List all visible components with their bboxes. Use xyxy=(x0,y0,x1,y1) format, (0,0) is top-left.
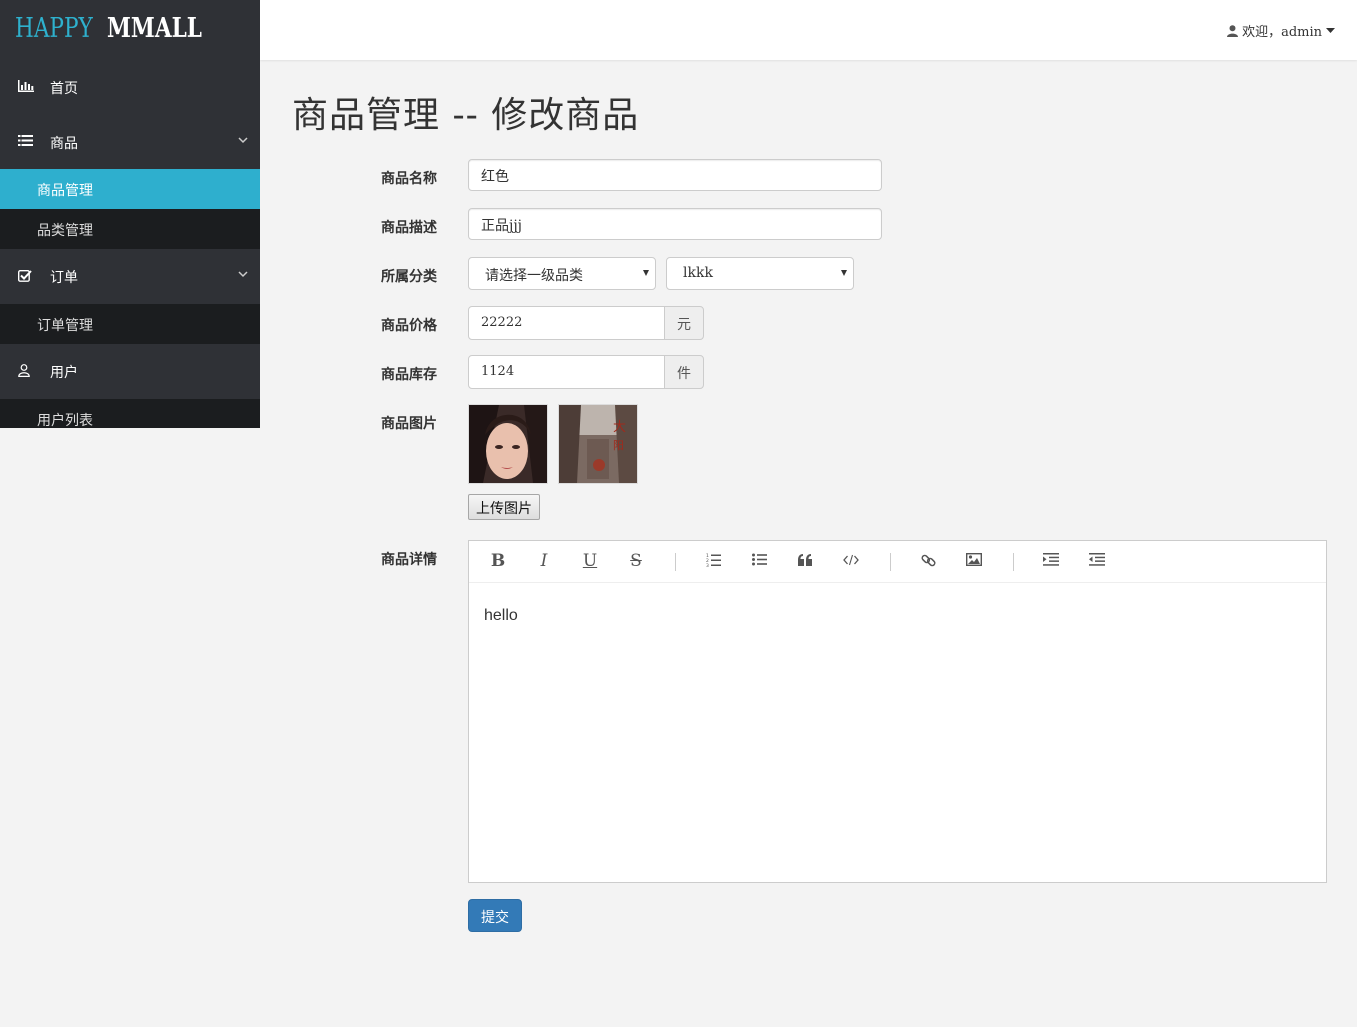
price-input[interactable]: 22222 xyxy=(468,306,665,340)
category-first-select[interactable]: 请选择一级品类 xyxy=(468,257,656,290)
brand-logo[interactable]: HAPPY MMALL xyxy=(0,0,260,60)
user-outline-icon xyxy=(18,364,30,377)
category-label: 所属分类 xyxy=(381,269,437,285)
sidebar-user-label: 用户 xyxy=(50,365,78,381)
stock-label: 商品库存 xyxy=(381,367,437,383)
price-group: 22222 元 xyxy=(468,306,704,340)
caret-down-icon xyxy=(643,270,649,276)
svg-text:大: 大 xyxy=(613,420,626,435)
submit-button[interactable]: 提交 xyxy=(468,899,522,932)
page-title: 商品管理 -- 修改商品 xyxy=(292,95,640,136)
toolbar-divider xyxy=(675,553,676,571)
brand-mmall: MMALL xyxy=(107,13,202,44)
ordered-list-icon[interactable]: 1 2 3 xyxy=(700,549,726,573)
blockquote-icon[interactable] xyxy=(792,549,818,573)
sidebar-order-manage-label: 订单管理 xyxy=(37,318,93,334)
product-image-2[interactable]: 大 阳 xyxy=(558,404,638,484)
category-second-value: lkkk xyxy=(683,265,713,281)
toolbar-divider xyxy=(1013,553,1014,571)
rich-text-editor: B I U S 1 2 3 hello xyxy=(468,540,1327,883)
sidebar-item-home[interactable]: 首页 xyxy=(0,60,260,116)
underline-icon[interactable]: U xyxy=(577,549,603,573)
sidebar-item-user[interactable]: 用户 xyxy=(0,344,260,400)
image-label: 商品图片 xyxy=(381,416,437,432)
editor-content[interactable]: hello xyxy=(484,607,518,625)
caret-down-icon xyxy=(841,270,847,276)
price-label: 商品价格 xyxy=(381,318,437,334)
stock-unit: 件 xyxy=(664,355,704,389)
category-second-select[interactable]: lkkk xyxy=(666,257,854,290)
welcome-text: 欢迎，admin xyxy=(1242,25,1322,40)
street-image: 大 阳 xyxy=(559,405,637,483)
stock-input[interactable]: 1124 xyxy=(468,355,665,389)
upload-image-button[interactable]: 上传图片 xyxy=(468,494,540,520)
sidebar-item-product-manage[interactable]: 商品管理 xyxy=(0,169,260,209)
top-bar: 欢迎，admin xyxy=(260,0,1357,60)
product-image-1[interactable] xyxy=(468,404,548,484)
italic-icon[interactable]: I xyxy=(531,549,557,573)
sidebar-item-user-list[interactable]: 用户列表 xyxy=(0,399,260,428)
sidebar-user-list-label: 用户列表 xyxy=(37,413,93,428)
check-square-icon xyxy=(18,270,32,282)
chevron-down-icon xyxy=(238,271,248,278)
chevron-down-icon xyxy=(238,137,248,144)
link-icon[interactable] xyxy=(915,549,941,573)
user-menu[interactable]: 欢迎，admin xyxy=(1227,21,1335,40)
list-icon xyxy=(18,135,33,146)
portrait-image xyxy=(469,405,547,483)
category-first-value: 请选择一级品类 xyxy=(485,268,583,284)
sidebar-product-label: 商品 xyxy=(50,136,78,152)
bar-chart-icon xyxy=(18,80,34,92)
sidebar-product-manage-label: 商品管理 xyxy=(37,183,93,199)
strikethrough-icon[interactable]: S xyxy=(623,549,649,573)
stock-group: 1124 件 xyxy=(468,355,704,389)
sidebar-home-label: 首页 xyxy=(50,81,78,97)
toolbar-divider xyxy=(890,553,891,571)
editor-toolbar: B I U S 1 2 3 xyxy=(469,541,1326,583)
desc-input[interactable]: 正品jjj xyxy=(468,208,882,240)
sidebar-item-product[interactable]: 商品 xyxy=(0,115,260,171)
name-label: 商品名称 xyxy=(381,171,437,187)
desc-label: 商品描述 xyxy=(381,220,437,236)
detail-label: 商品详情 xyxy=(381,552,437,568)
image-icon[interactable] xyxy=(961,549,987,573)
caret-down-icon xyxy=(1326,27,1335,33)
outdent-icon[interactable] xyxy=(1084,549,1110,573)
price-unit: 元 xyxy=(664,306,704,340)
sidebar-item-order-manage[interactable]: 订单管理 xyxy=(0,304,260,344)
name-input[interactable]: 红色 xyxy=(468,159,882,191)
user-icon xyxy=(1227,24,1239,37)
bold-icon[interactable]: B xyxy=(485,549,511,573)
sidebar-category-manage-label: 品类管理 xyxy=(37,223,93,239)
sidebar-order-label: 订单 xyxy=(50,270,78,286)
sidebar: 首页 商品 商品管理 品类管理 订单 订单管理 用户 用户列表 xyxy=(0,60,260,428)
indent-icon[interactable] xyxy=(1038,549,1064,573)
sidebar-item-order[interactable]: 订单 xyxy=(0,249,260,305)
brand-happy: HAPPY xyxy=(15,13,93,44)
svg-text:3: 3 xyxy=(706,563,709,567)
sidebar-item-category-manage[interactable]: 品类管理 xyxy=(0,209,260,249)
code-icon[interactable] xyxy=(838,549,864,573)
unordered-list-icon[interactable] xyxy=(746,549,772,573)
svg-text:阳: 阳 xyxy=(613,439,624,452)
